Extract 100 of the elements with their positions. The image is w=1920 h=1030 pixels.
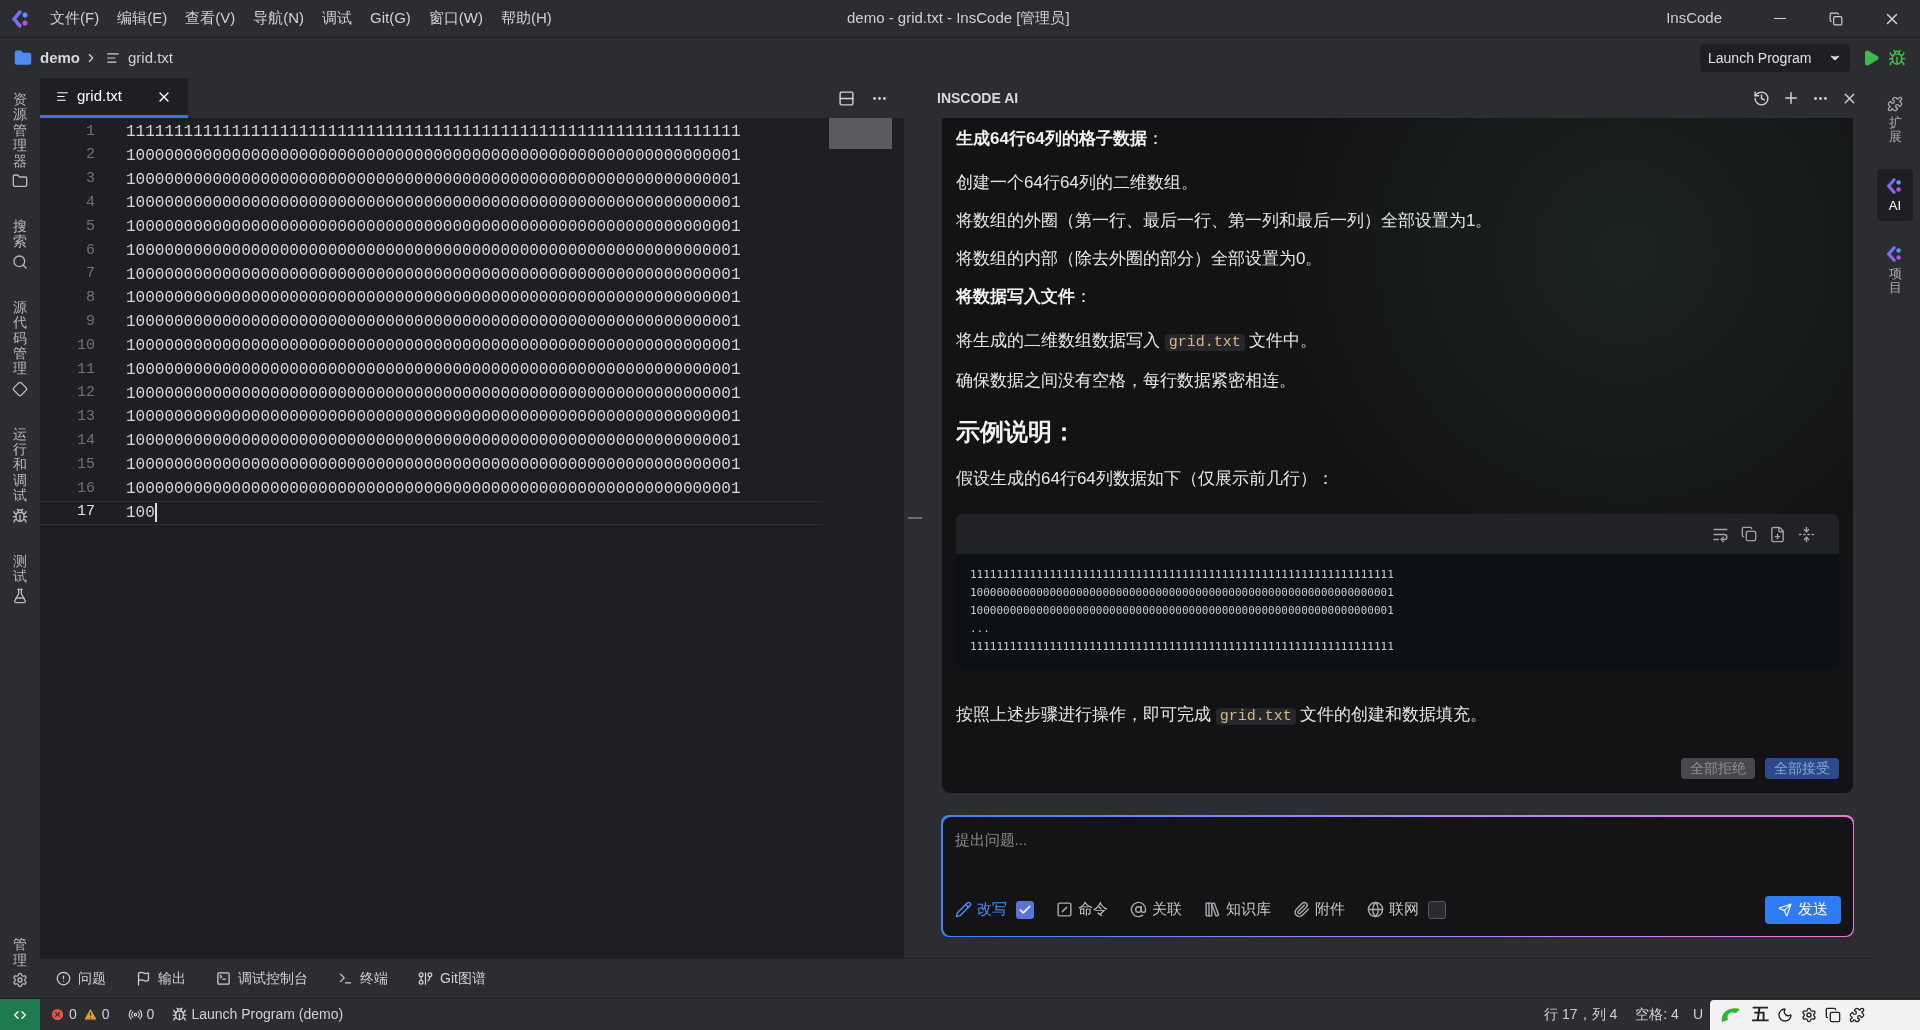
debug-icon[interactable]	[1888, 49, 1906, 67]
panel-tab[interactable]: 终端	[360, 968, 388, 989]
question-field[interactable]: 提出问题...	[954, 828, 1841, 851]
settings-icon	[12, 972, 28, 988]
ports-count[interactable]: 0	[146, 1004, 155, 1025]
menu-item[interactable]: Git(G)	[362, 3, 419, 34]
ime-mode[interactable]: 五	[1752, 1002, 1769, 1028]
restore-icon	[1829, 11, 1843, 26]
line-number: 15	[76, 454, 95, 475]
app-name: InsCode	[1666, 8, 1722, 29]
code-line: 1000000000000000000000000000000000000000000000000000000000000001	[126, 478, 741, 500]
activity-item[interactable]: 测试	[12, 545, 28, 613]
alert-icon	[56, 971, 71, 986]
answer-paragraph: 将数组的外圈（第一行、最后一行、第一列和最后一列）全部设置为1。	[956, 210, 1494, 232]
menu-item[interactable]: 导航(N)	[245, 3, 312, 34]
debug-icon	[172, 1007, 188, 1022]
logo-icon	[1886, 176, 1904, 195]
puzzle-icon[interactable]	[1849, 1007, 1865, 1023]
option-label[interactable]: 改写	[976, 898, 1007, 921]
panel-tab[interactable]: 问题	[78, 968, 106, 989]
code-line: 1000000000000000000000000000000000000000000000000000000000000001	[126, 145, 741, 167]
terminal-icon	[338, 971, 353, 986]
activity-item[interactable]: 管理	[12, 929, 28, 996]
code-line: 1000000000000000000000000000000000000000000000000000000000000001	[126, 312, 741, 334]
warning-count[interactable]: 0	[101, 1004, 110, 1025]
logo-icon	[1886, 244, 1904, 263]
side-tab[interactable]: 扩展	[1877, 88, 1913, 153]
line-number: 1	[85, 121, 95, 142]
send-icon	[1777, 902, 1792, 917]
checkbox[interactable]	[1427, 900, 1446, 919]
window-title: demo - grid.txt - InsCode [管理员]	[847, 8, 1070, 29]
code-line: 1000000000000000000000000000000000000000000000000000000000000001	[126, 359, 741, 381]
line-number: 17	[76, 502, 95, 523]
error-count[interactable]: 0	[69, 1004, 77, 1025]
panel-tab[interactable]: 调试控制台	[238, 968, 308, 989]
side-tab[interactable]: 项目	[1877, 236, 1913, 304]
flag-icon	[136, 971, 151, 986]
folder-icon	[12, 172, 28, 189]
run-icon[interactable]	[1862, 49, 1880, 67]
copy-icon[interactable]	[1741, 526, 1757, 542]
checkbox[interactable]	[1015, 900, 1034, 919]
panel-tab[interactable]: Git图谱	[440, 968, 486, 989]
add-icon[interactable]	[1782, 89, 1800, 107]
line-number: 13	[76, 407, 95, 428]
ime-toolbar[interactable]: 五	[1710, 1000, 1920, 1030]
code-line: 1000000000000000000000000000000000000000000000000000000000000001	[970, 585, 1394, 601]
activity-item[interactable]: 运行和调试	[12, 418, 28, 532]
collapse-icon[interactable]	[1798, 525, 1815, 543]
encoding[interactable]: U	[1692, 1004, 1703, 1025]
launch-status[interactable]: Launch Program (demo)	[191, 1004, 344, 1025]
code-line: 100	[126, 502, 155, 524]
activity-item[interactable]: 源代码管理	[12, 291, 28, 405]
option-label[interactable]: 知识库	[1225, 898, 1271, 921]
option-label[interactable]: 联网	[1388, 898, 1419, 921]
menu-item[interactable]: 编辑(E)	[109, 3, 176, 34]
menu-item[interactable]: 帮助(H)	[492, 3, 560, 34]
file-icon	[56, 90, 69, 103]
line-number: 2	[85, 145, 95, 166]
send-button[interactable]: 发送	[1764, 895, 1841, 924]
puzzle-icon	[1887, 96, 1903, 112]
menu-item[interactable]: 调试	[314, 3, 360, 34]
indentation[interactable]: 空格: 4	[1635, 1004, 1679, 1025]
line-number: 4	[85, 193, 95, 214]
split-editor-icon[interactable]	[838, 89, 855, 107]
activity-item[interactable]: 资源管理器	[12, 84, 28, 197]
history-icon[interactable]	[1753, 89, 1770, 107]
side-tab[interactable]: AI	[1877, 168, 1913, 221]
new-file-icon[interactable]	[1769, 525, 1786, 543]
cursor-position[interactable]: 行 17，列 4	[1544, 1004, 1618, 1025]
launch-config-dropdown[interactable]: Launch Program	[1700, 44, 1850, 72]
ports-icon	[127, 1007, 143, 1022]
settings-icon[interactable]	[1801, 1007, 1817, 1023]
accept-all-button[interactable]: 全部接受	[1765, 758, 1839, 779]
option-label[interactable]: 命令	[1077, 898, 1108, 921]
answer-heading: 示例说明：	[956, 417, 1077, 447]
line-number: 6	[85, 240, 95, 261]
menu-item[interactable]: 查看(V)	[177, 3, 244, 34]
code-line: 1000000000000000000000000000000000000000000000000000000000000001	[970, 603, 1394, 619]
code-line: 1000000000000000000000000000000000000000000000000000000000000001	[126, 193, 741, 215]
file-icon	[106, 51, 120, 65]
menu-item[interactable]: 窗口(W)	[420, 3, 491, 34]
line-number: 11	[76, 359, 95, 380]
menu-item[interactable]: 文件(F)	[42, 3, 108, 34]
code-line: 1000000000000000000000000000000000000000000000000000000000000001	[126, 383, 741, 405]
option-label[interactable]: 附件	[1314, 898, 1345, 921]
remote-indicator[interactable]	[0, 999, 40, 1030]
editor-tab[interactable]: grid.txt	[40, 78, 188, 118]
line-number: 9	[85, 312, 95, 332]
error-icon	[50, 1007, 65, 1022]
answer-label: 生成64行64列的格子数据：	[956, 128, 1165, 150]
breadcrumb-item[interactable]: demo	[40, 46, 80, 70]
code-line: 1000000000000000000000000000000000000000000000000000000000000001	[126, 264, 741, 286]
code-line: 1111111111111111111111111111111111111111111111111111111111111111	[126, 121, 741, 143]
breadcrumb-item[interactable]: grid.txt	[128, 46, 174, 70]
line-number: 7	[85, 264, 95, 285]
moon-icon[interactable]	[1777, 1007, 1793, 1023]
option-label[interactable]: 关联	[1151, 898, 1182, 921]
panel-tab[interactable]: 输出	[158, 968, 186, 989]
slash-icon	[1055, 901, 1073, 918]
activity-item[interactable]: 搜索	[12, 210, 28, 278]
